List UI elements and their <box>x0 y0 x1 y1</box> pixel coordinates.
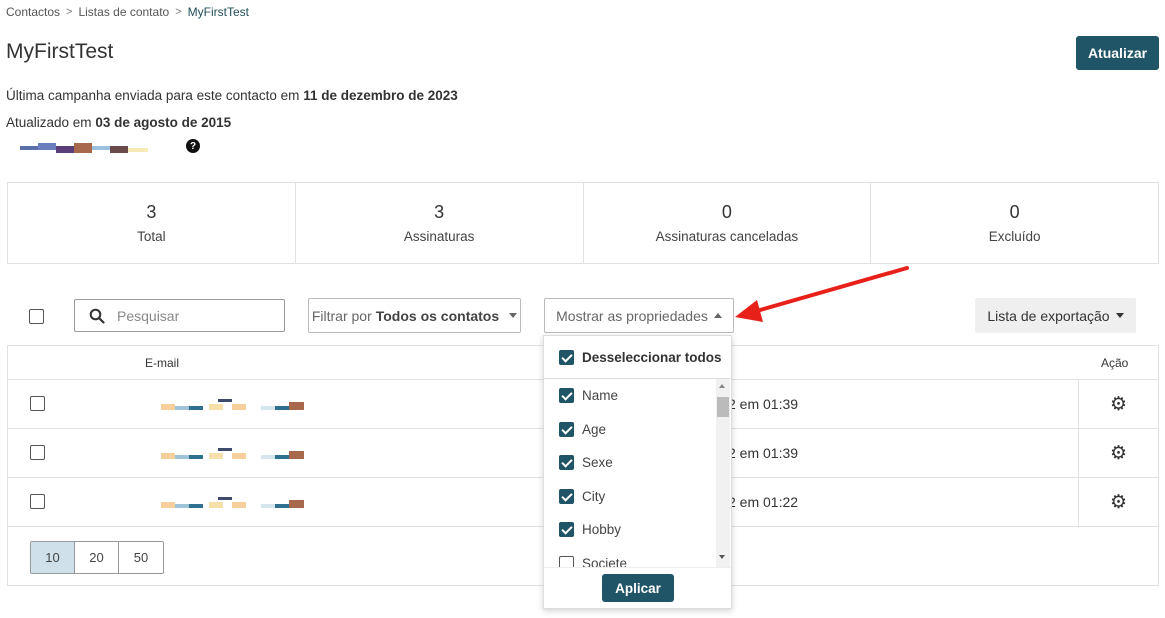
row-action: ⚙ <box>1078 429 1158 477</box>
stat-value: 0 <box>721 202 732 222</box>
breadcrumb-current: MyFirstTest <box>187 5 249 19</box>
property-option-city[interactable]: City <box>559 489 605 504</box>
breadcrumb: Contactos > Listas de contato > MyFirstT… <box>6 5 249 19</box>
property-option-societe[interactable]: Societe <box>559 556 627 567</box>
properties-label: Mostrar as propriedades <box>556 307 708 324</box>
filter-prefix: Filtrar por <box>311 307 372 324</box>
row-action: ⚙ <box>1078 478 1158 526</box>
breadcrumb-contact-lists[interactable]: Listas de contato <box>78 5 169 19</box>
gear-icon[interactable]: ⚙ <box>1110 395 1127 414</box>
stat-subscriptions: 3 Assinaturas <box>296 183 584 263</box>
divider <box>544 567 731 568</box>
last-campaign-info: Última campanha enviada para este contac… <box>6 88 458 103</box>
stat-value: 3 <box>434 202 445 222</box>
caret-up-icon <box>713 313 722 318</box>
stat-label: Assinaturas canceladas <box>655 229 799 244</box>
property-checkbox[interactable] <box>559 422 574 437</box>
caret-down-icon <box>509 313 518 318</box>
row-checkbox[interactable] <box>30 396 45 411</box>
last-campaign-date: 11 de dezembro de 2023 <box>303 88 458 103</box>
caret-down-icon <box>1115 313 1124 318</box>
scroll-up-icon[interactable] <box>719 384 725 388</box>
property-label: City <box>582 489 606 504</box>
chevron-right-icon: > <box>175 6 182 18</box>
property-label: Hobby <box>582 522 622 537</box>
row-action: ⚙ <box>1078 380 1158 428</box>
stat-label: Assinaturas <box>403 229 475 244</box>
show-properties-button[interactable]: Mostrar as propriedades <box>544 298 734 333</box>
stat-unsubscribed: 0 Assinaturas canceladas <box>584 183 872 263</box>
search-placeholder: Pesquisar <box>117 307 180 324</box>
property-option-sexe[interactable]: Sexe <box>559 455 613 470</box>
deselect-all-label: Desseleccionar todos <box>582 350 722 365</box>
updated-info: Atualizado em 03 de agosto de 2015 <box>6 115 231 130</box>
updated-date: 03 de agosto de 2015 <box>95 115 232 130</box>
search-input[interactable]: Pesquisar <box>74 299 285 332</box>
select-all-checkbox[interactable] <box>29 309 44 324</box>
property-option-age[interactable]: Age <box>559 422 606 437</box>
help-icon[interactable]: ? <box>186 139 200 153</box>
property-checkbox[interactable] <box>559 455 574 470</box>
property-checkbox[interactable] <box>559 522 574 537</box>
row-date: 2 em 01:39 <box>728 396 799 412</box>
row-checkbox[interactable] <box>30 494 45 509</box>
annotation-arrow-icon <box>735 266 909 322</box>
stat-deleted: 0 Excluído <box>871 183 1158 263</box>
gear-icon[interactable]: ⚙ <box>1110 444 1127 463</box>
scroll-thumb[interactable] <box>717 397 729 417</box>
last-campaign-prefix: Última campanha enviada para este contac… <box>6 88 300 103</box>
property-checkbox[interactable] <box>559 489 574 504</box>
chevron-right-icon: > <box>66 6 73 18</box>
property-option-name[interactable]: Name <box>559 388 618 403</box>
search-icon <box>89 308 105 324</box>
breadcrumb-contacts[interactable]: Contactos <box>6 5 60 19</box>
action-column-header: Ação <box>1101 356 1129 370</box>
pagination: 10 20 50 <box>30 541 164 574</box>
redacted-email <box>161 399 304 410</box>
stats-panel: 3 Total 3 Assinaturas 0 Assinaturas canc… <box>7 182 1159 264</box>
filter-dropdown[interactable]: Filtrar por Todos os contatos <box>308 298 521 333</box>
properties-list: Name Age Sexe City Hobby Societe <box>544 379 731 567</box>
property-option-hobby[interactable]: Hobby <box>559 522 621 537</box>
property-checkbox[interactable] <box>559 556 574 567</box>
gear-icon[interactable]: ⚙ <box>1110 493 1127 512</box>
row-date: 2 em 01:22 <box>728 494 799 510</box>
stat-label: Total <box>137 229 166 244</box>
stat-value: 0 <box>1009 202 1020 222</box>
properties-dropdown: Desseleccionar todos Name Age Sexe City … <box>543 335 732 609</box>
redacted-email <box>161 497 304 508</box>
page-size-10[interactable]: 10 <box>31 542 75 573</box>
property-label: Age <box>582 422 607 437</box>
email-column-header[interactable]: E-mail <box>145 356 179 370</box>
updated-prefix: Atualizado em <box>6 115 92 130</box>
property-label: Name <box>582 388 619 403</box>
dropdown-scrollbar[interactable] <box>716 379 730 567</box>
stat-value: 3 <box>146 202 157 222</box>
apply-button[interactable]: Aplicar <box>602 574 674 602</box>
property-checkbox[interactable] <box>559 388 574 403</box>
export-label: Lista de exportação <box>987 307 1110 324</box>
page-title: MyFirstTest <box>6 40 114 63</box>
scroll-down-icon[interactable] <box>719 555 725 559</box>
redacted-tags-strip <box>20 143 148 153</box>
page-size-50[interactable]: 50 <box>119 542 163 573</box>
stat-total: 3 Total <box>8 183 296 263</box>
update-button[interactable]: Atualizar <box>1076 36 1159 70</box>
row-checkbox[interactable] <box>30 445 45 460</box>
deselect-all-option[interactable]: Desseleccionar todos <box>559 350 722 365</box>
stat-label: Excluído <box>988 229 1041 244</box>
filter-value: Todos os contatos <box>375 307 500 324</box>
page-size-20[interactable]: 20 <box>75 542 119 573</box>
row-date: 2 em 01:39 <box>728 445 799 461</box>
deselect-all-checkbox[interactable] <box>559 350 574 365</box>
redacted-email <box>161 448 304 459</box>
property-label: Societe <box>582 556 628 567</box>
export-list-button[interactable]: Lista de exportação <box>975 298 1136 333</box>
property-label: Sexe <box>582 455 613 470</box>
